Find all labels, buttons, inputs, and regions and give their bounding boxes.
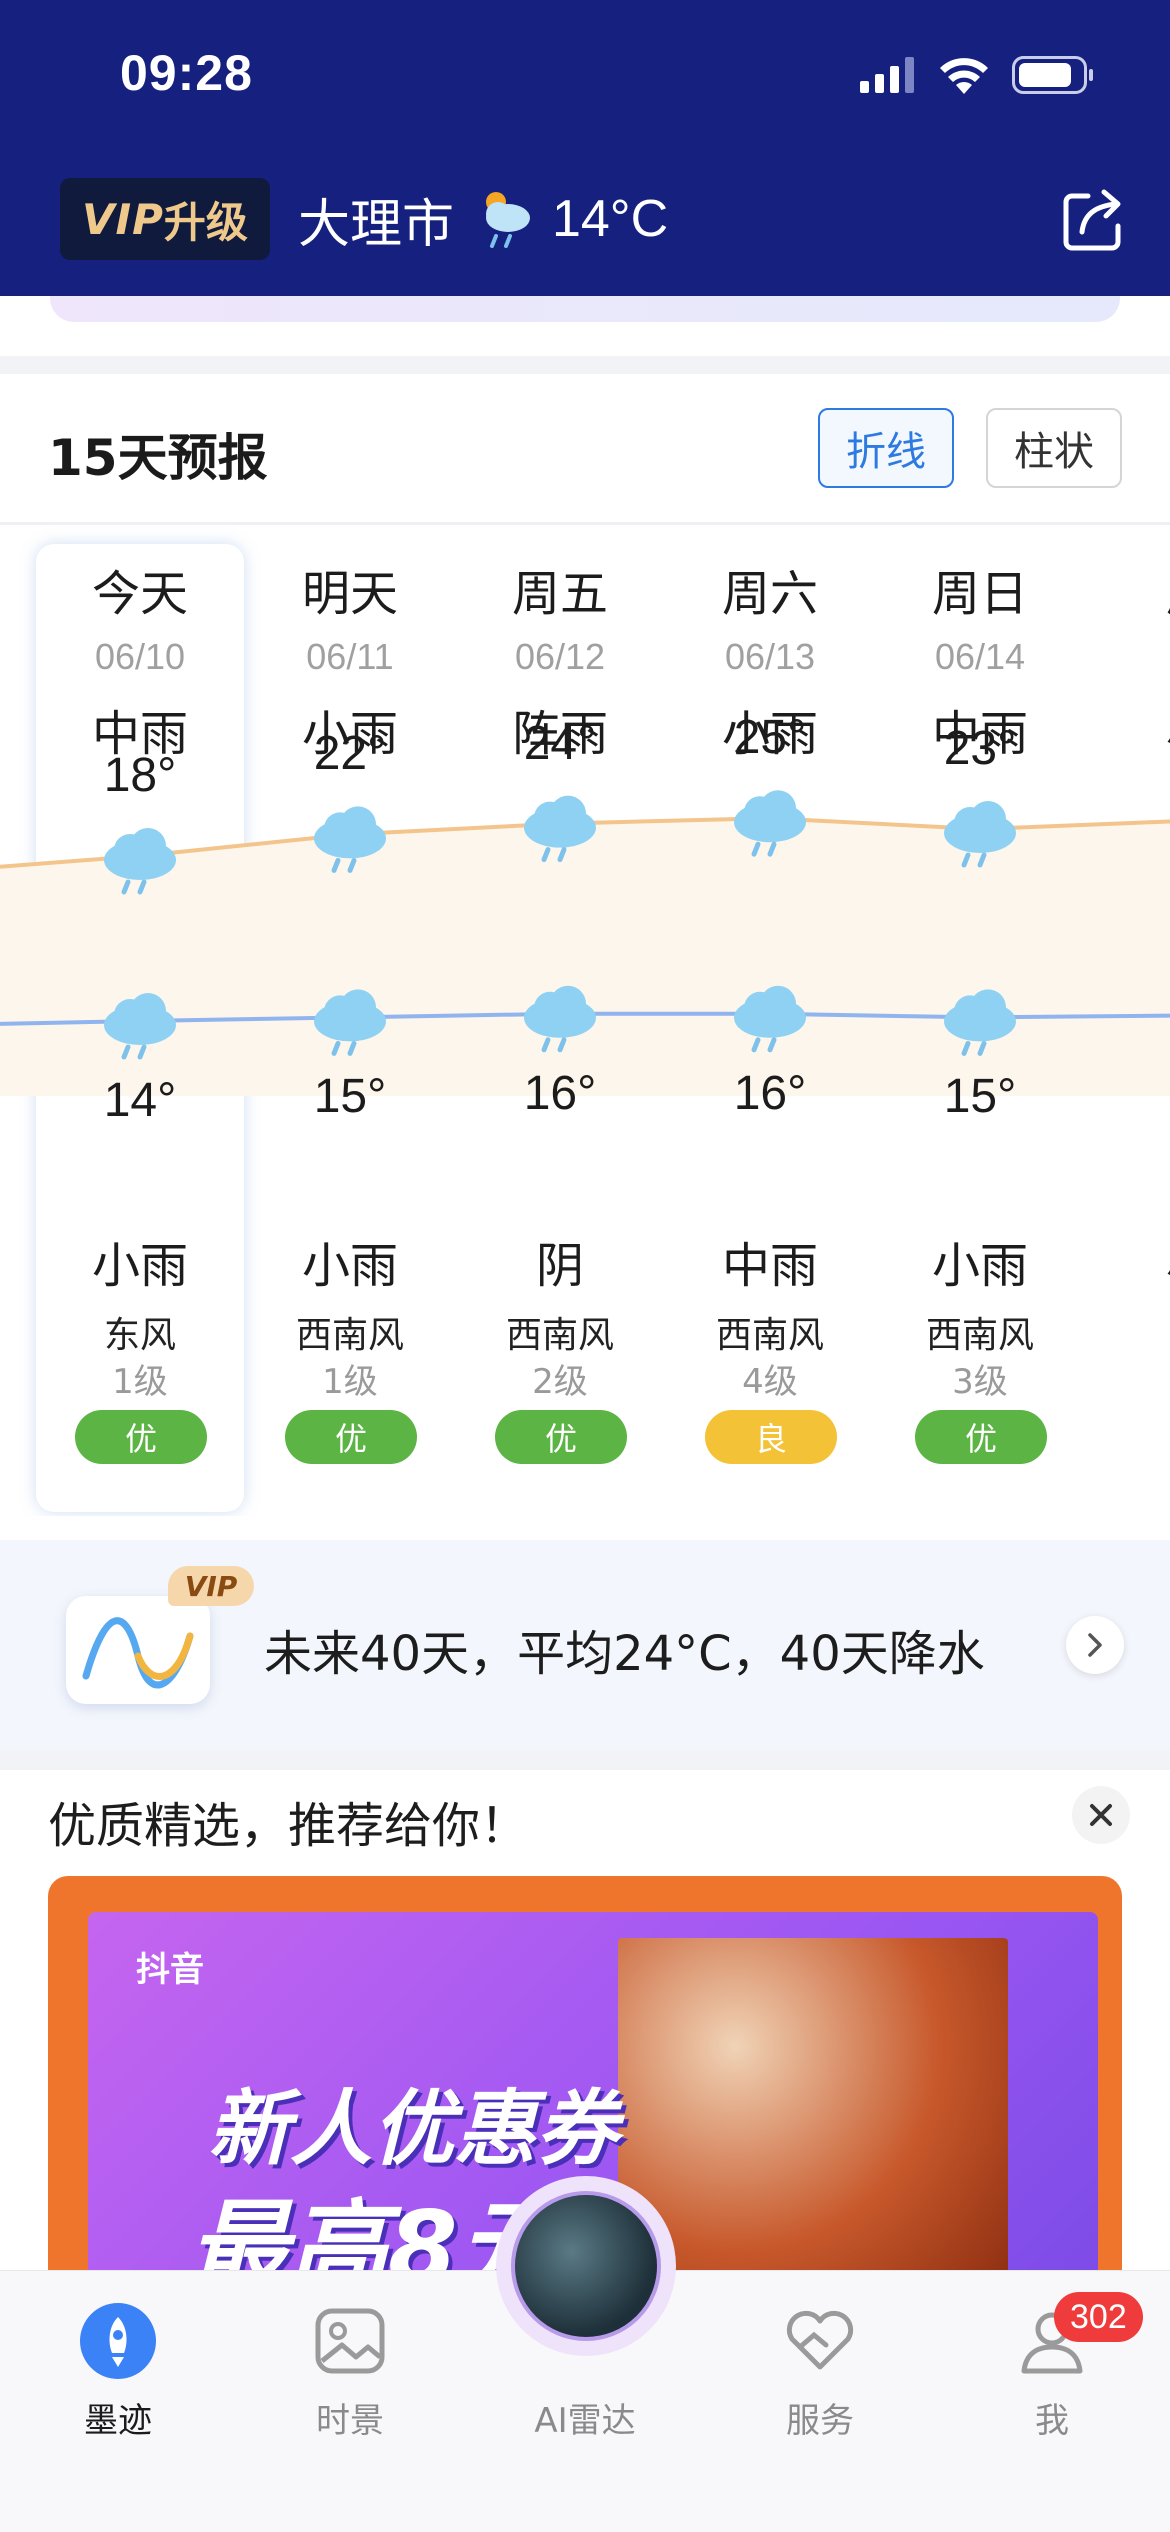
rocket-icon [78,2301,158,2381]
status-time: 09:28 [120,45,253,101]
day-name: 周日 [931,566,1028,622]
high-temp: 22° [313,727,387,781]
recommend-title: 优质精选，推荐给你！ [48,1798,529,1854]
city-name[interactable]: 大理市 [298,182,454,257]
night-weather: 小雨 [931,1238,1028,1294]
forecast-title: 15天预报 [48,429,268,487]
high-temp: 23° [943,722,1017,775]
wind-direction: 西南风 [925,1315,1034,1356]
wind-level: 3 [1085,1354,1170,1394]
night-weather: 小雨 [91,1238,188,1294]
top-bar: 09:28 VIP 升级 大理市 14°C [0,0,1170,296]
high-temp: 25° [733,711,807,765]
day-date: 06/10 [94,636,186,677]
ad-headline: 新人优惠券 [208,2082,618,2177]
bar-mode-button[interactable]: 柱状 [986,408,1122,488]
low-temp: 14° [103,1074,177,1127]
current-temperature: 14°C [551,190,669,248]
battery-icon [1012,56,1093,94]
vip-upgrade-button[interactable]: VIP 升级 [60,178,270,260]
vip-tag: VIP [168,1566,254,1606]
high-temp: 2 [1085,713,1170,768]
tab-service[interactable]: 服务 [740,2301,900,2442]
aqi-badge: 优 [915,1410,1047,1464]
line-mode-button[interactable]: 折线 [818,408,954,488]
section-divider [0,356,1170,374]
wind-level: 1级 [322,1362,378,1402]
night-weather: 中雨 [721,1238,818,1294]
low-temp: 15° [313,1070,387,1124]
night-weather: 小 [1085,1226,1170,1296]
low-temp: 1 [1085,1068,1170,1123]
forecast-grid[interactable]: 今天 06/10 中雨 18° 14° 小雨东风 1级优 明天 06/11 小雨 22° 15° 小雨西… [0,526,1170,1516]
trend-chart-icon [66,1596,210,1704]
day-date: 06/14 [934,636,1026,677]
wind-direction: 西南风 [505,1315,614,1356]
ad-food-photo [618,1938,1008,2296]
cloud-sun-rain-icon [485,192,530,248]
day-name: 今天 [91,566,188,622]
forty-day-summary: 未来40天，平均24°C，40天降水 [264,1626,985,1682]
day-name: 周五 [511,566,608,622]
radar-icon[interactable] [496,2176,676,2356]
aqi-badge: 优 [75,1410,207,1464]
chevron-right-icon[interactable] [1066,1616,1124,1674]
wifi-icon [940,58,988,94]
heart-hand-icon [780,2301,860,2381]
radar-ball [511,2191,661,2341]
notification-badge: 302 [1054,2292,1143,2342]
high-temp: 24° [523,716,597,770]
tab-moji[interactable]: 墨迹 [38,2301,198,2442]
tab-label: 服务 [786,2401,854,2441]
wind-direction: 东风 [103,1315,176,1356]
tab-shijing[interactable]: 时景 [270,2301,430,2442]
night-weather: 小雨 [301,1238,398,1294]
tab-label: 时景 [316,2401,384,2441]
close-icon[interactable] [1072,1786,1130,1844]
wind-direction: 西南风 [295,1315,404,1356]
wind-level: 4级 [742,1362,798,1402]
high-temp: 18° [103,749,177,802]
day-date: 06/11 [306,636,394,677]
wind-level: 1级 [112,1362,168,1402]
wind-direction: 西南风 [715,1315,824,1356]
share-icon[interactable] [1058,184,1128,254]
upgrade-label: 升级 [163,197,248,247]
day-name: 周六 [721,566,818,622]
low-temp: 15° [943,1070,1017,1124]
day-name: 明天 [301,566,398,622]
signal-icon [860,57,914,93]
ad-brand: 抖音 [136,1950,204,1990]
wind-direction: 西 [1085,1306,1170,1358]
day-name: 周 [1085,554,1170,624]
aqi-badge: 良 [705,1410,837,1464]
forty-day-banner[interactable]: VIP 未来40天，平均24°C，40天降水 [0,1540,1170,1750]
low-temp: 16° [523,1066,597,1120]
day-date: 06/13 [724,636,816,677]
night-weather: 阴 [535,1238,584,1294]
vip-label: VIP [82,194,164,244]
previous-card-edge [50,296,1120,322]
tab-label: 墨迹 [84,2401,152,2441]
tab-label: AI雷达 [534,2401,636,2441]
header-row: VIP 升级 大理市 14°C [60,178,668,260]
forecast-divider [0,522,1170,525]
image-icon [310,2301,390,2381]
day-date: 06 [1085,636,1170,678]
day-date: 06/12 [514,636,606,677]
aqi-badge: 优 [495,1410,627,1464]
section-divider [0,1750,1170,1770]
wind-level: 2级 [532,1362,588,1402]
status-icons [860,56,1094,94]
tab-label: 我 [1035,2401,1069,2441]
aqi-badge: 优 [285,1410,417,1464]
low-temp: 16° [733,1066,807,1120]
wind-level: 3级 [952,1362,1008,1402]
